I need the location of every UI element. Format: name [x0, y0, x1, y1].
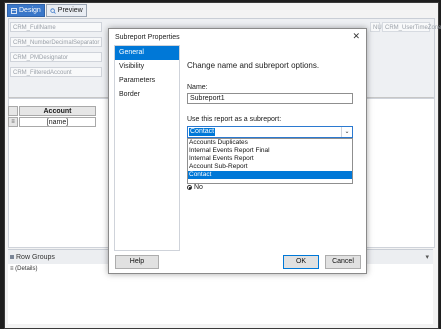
table-corner-handle[interactable] [8, 106, 18, 116]
preview-icon [50, 7, 56, 14]
row-handle[interactable]: ≡ [8, 117, 18, 127]
column-header-account[interactable]: Account [19, 106, 96, 116]
design-icon [11, 7, 17, 14]
dialog-title: Subreport Properties [115, 34, 180, 41]
tab-preview[interactable]: Preview [45, 4, 87, 17]
field-fullname[interactable]: CRM_FullName [10, 22, 102, 32]
field-filtered-account[interactable]: CRM_FilteredAccount [10, 67, 102, 77]
subreport-select-value: Contact [189, 128, 216, 136]
tab-design-label: Design [19, 7, 41, 14]
name-input[interactable]: Subreport1 [187, 93, 353, 104]
group-item-label: (Details) [15, 266, 38, 272]
cancel-button[interactable]: Cancel [325, 255, 361, 269]
ok-button[interactable]: OK [283, 255, 319, 269]
nav-item-visibility[interactable]: Visibility [115, 60, 179, 74]
nav-item-general[interactable]: General [115, 46, 179, 60]
help-button[interactable]: Help [115, 255, 159, 269]
dialog-content: Change name and subreport options. Name:… [185, 45, 359, 249]
designer-tabs: Design Preview [7, 4, 87, 17]
report-table[interactable]: Account ≡ [name] [8, 106, 98, 132]
subreport-select[interactable]: Contact ⌄ [187, 126, 353, 138]
option-account-sub-report[interactable]: Account Sub-Report [188, 163, 352, 171]
field-decimal-separator[interactable]: CRM_NumberDecimalSeparator [10, 37, 102, 47]
group-item-details[interactable]: ≡ (Details) [10, 266, 38, 272]
chevron-down-icon[interactable]: ⌄ [341, 127, 352, 137]
tab-preview-label: Preview [57, 7, 83, 14]
option-internal-events[interactable]: Internal Events Report [188, 155, 352, 163]
nav-item-parameters[interactable]: Parameters [115, 74, 179, 88]
field-timezone-name[interactable]: CRM_UserTimeZoneName [382, 22, 441, 32]
close-icon[interactable]: ✕ [352, 31, 360, 42]
option-contact[interactable]: Contact [188, 171, 352, 179]
subreport-dropdown-list: Accounts Duplicates Internal Events Repo… [187, 138, 353, 184]
radio-no-row[interactable]: No [187, 184, 203, 191]
use-report-label: Use this report as a subreport: [187, 116, 282, 123]
chevron-down-icon[interactable]: ▾ [425, 253, 429, 261]
radio-no[interactable] [187, 185, 192, 190]
grid-icon [10, 255, 14, 259]
radio-no-label: No [194, 184, 203, 191]
tab-design[interactable]: Design [7, 4, 45, 17]
dialog-nav: General Visibility Parameters Border [114, 45, 180, 251]
nav-item-border[interactable]: Border [115, 88, 179, 102]
option-accounts-duplicates[interactable]: Accounts Duplicates [188, 139, 352, 147]
name-label: Name: [187, 84, 208, 91]
field-pm-designator[interactable]: CRM_PMDesignator [10, 52, 102, 62]
field-null[interactable]: NULL [370, 22, 388, 32]
subreport-properties-dialog: Subreport Properties ✕ General Visibilit… [108, 28, 367, 274]
row-groups-label: Row Groups [16, 253, 55, 261]
option-internal-events-final[interactable]: Internal Events Report Final [188, 147, 352, 155]
page-heading: Change name and subreport options. [187, 61, 320, 70]
cell-name[interactable]: [name] [19, 117, 96, 127]
